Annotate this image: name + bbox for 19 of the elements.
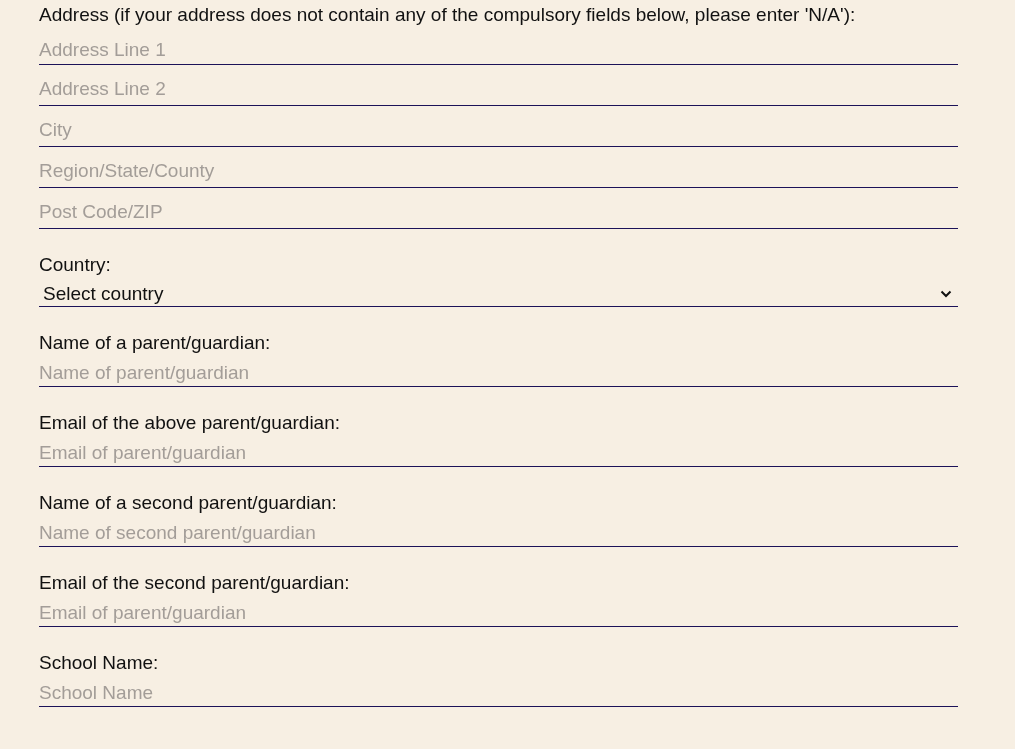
- chevron-down-icon: [940, 289, 952, 298]
- input-field[interactable]: Email of parent/guardian: [39, 435, 958, 467]
- field-label: Email of the second parent/guardian:: [39, 571, 351, 595]
- country-label: Country:: [39, 253, 112, 277]
- field-label: Email of the above parent/guardian:: [39, 411, 342, 435]
- input-field[interactable]: Name of parent/guardian: [39, 355, 958, 387]
- input-field[interactable]: Post Code/ZIP: [39, 188, 958, 229]
- input-field[interactable]: School Name: [39, 675, 958, 707]
- input-field[interactable]: Email of parent/guardian: [39, 595, 958, 627]
- field-label: Name of a parent/guardian:: [39, 331, 272, 355]
- address-label: Address (if your address does not contain any of the compulsory fields below, please enter 'N/A'):: [39, 3, 857, 27]
- input-field[interactable]: Address Line 1: [39, 27, 958, 65]
- input-field[interactable]: Name of second parent/guardian: [39, 515, 958, 547]
- field-label: Name of a second parent/guardian:: [39, 491, 338, 515]
- country-select[interactable]: Select country: [39, 277, 958, 307]
- field-label: School Name:: [39, 651, 160, 675]
- input-field[interactable]: City: [39, 106, 958, 147]
- input-field[interactable]: Region/State/County: [39, 147, 958, 188]
- input-field[interactable]: Address Line 2: [39, 65, 958, 106]
